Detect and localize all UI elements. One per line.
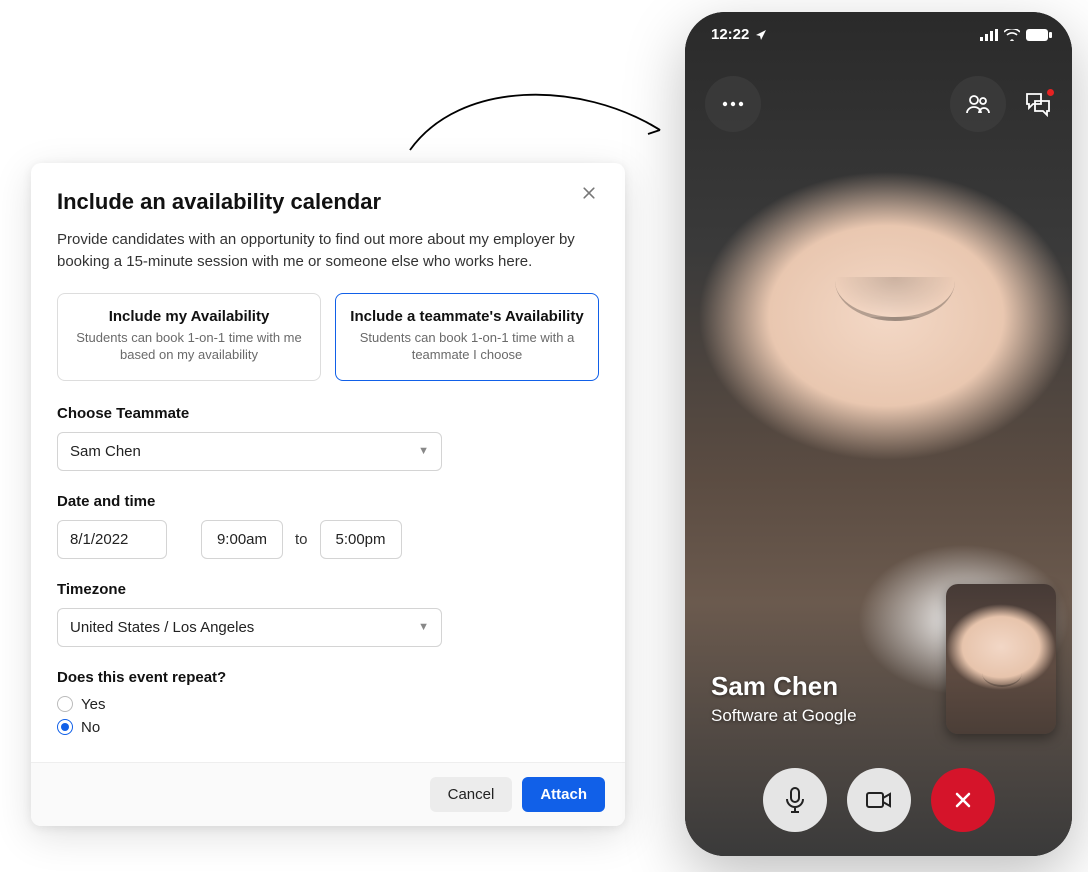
self-video-pip[interactable] — [946, 584, 1056, 734]
location-icon — [755, 29, 767, 41]
modal-title: Include an availability calendar — [57, 189, 599, 215]
end-time-input[interactable]: 5:00pm — [320, 520, 402, 559]
chat-button[interactable] — [1024, 91, 1052, 117]
start-time-input[interactable]: 9:00am — [201, 520, 283, 559]
modal-footer: Cancel Attach — [31, 762, 625, 826]
teammate-select[interactable]: Sam Chen ▼ — [57, 432, 442, 471]
mute-button[interactable] — [763, 768, 827, 832]
availability-modal: Include an availability calendar Provide… — [31, 163, 625, 826]
timezone-value: United States / Los Angeles — [70, 619, 254, 636]
end-call-button[interactable] — [931, 768, 995, 832]
option-title: Include a teammate's Availability — [346, 308, 588, 325]
caller-info: Sam Chen Software at Google — [711, 671, 857, 726]
close-icon[interactable] — [581, 185, 601, 205]
cancel-button[interactable]: Cancel — [430, 777, 513, 812]
participants-button[interactable] — [950, 76, 1006, 132]
status-time: 12:22 — [711, 26, 749, 43]
battery-icon — [1026, 29, 1052, 41]
video-toggle-button[interactable] — [847, 768, 911, 832]
chevron-down-icon: ▼ — [418, 445, 429, 457]
timezone-label: Timezone — [57, 581, 599, 598]
option-teammate-availability[interactable]: Include a teammate's Availability Studen… — [335, 293, 599, 381]
modal-description: Provide candidates with an opportunity t… — [57, 229, 599, 273]
date-input[interactable]: 8/1/2022 — [57, 520, 167, 559]
notification-dot — [1047, 89, 1054, 96]
teammate-label: Choose Teammate — [57, 405, 599, 422]
radio-icon — [57, 696, 73, 712]
close-icon — [953, 790, 973, 810]
call-controls — [685, 768, 1072, 832]
attach-button[interactable]: Attach — [522, 777, 605, 812]
caller-subtitle: Software at Google — [711, 706, 857, 726]
teammate-value: Sam Chen — [70, 443, 141, 460]
option-subtitle: Students can book 1-on-1 time with me ba… — [68, 329, 310, 364]
timezone-select[interactable]: United States / Los Angeles ▼ — [57, 608, 442, 647]
radio-label: No — [81, 719, 100, 736]
radio-icon — [57, 719, 73, 735]
to-label: to — [293, 531, 310, 548]
option-title: Include my Availability — [68, 308, 310, 325]
datetime-label: Date and time — [57, 493, 599, 510]
radio-label: Yes — [81, 696, 105, 713]
arrow-decoration — [400, 70, 680, 170]
phone-call-screen: 12:22 Sam Chen Software at Google — [685, 12, 1072, 856]
people-icon — [965, 94, 991, 114]
repeat-yes-option[interactable]: Yes — [57, 696, 599, 713]
video-icon — [865, 790, 893, 810]
repeat-label: Does this event repeat? — [57, 669, 599, 686]
wifi-icon — [1004, 29, 1020, 41]
more-icon — [722, 101, 744, 107]
more-button[interactable] — [705, 76, 761, 132]
status-bar: 12:22 — [685, 20, 1072, 43]
option-subtitle: Students can book 1-on-1 time with a tea… — [346, 329, 588, 364]
chevron-down-icon: ▼ — [418, 621, 429, 633]
caller-name: Sam Chen — [711, 671, 857, 702]
signal-icon — [980, 29, 998, 41]
option-my-availability[interactable]: Include my Availability Students can boo… — [57, 293, 321, 381]
repeat-no-option[interactable]: No — [57, 719, 599, 736]
mic-icon — [784, 786, 806, 814]
